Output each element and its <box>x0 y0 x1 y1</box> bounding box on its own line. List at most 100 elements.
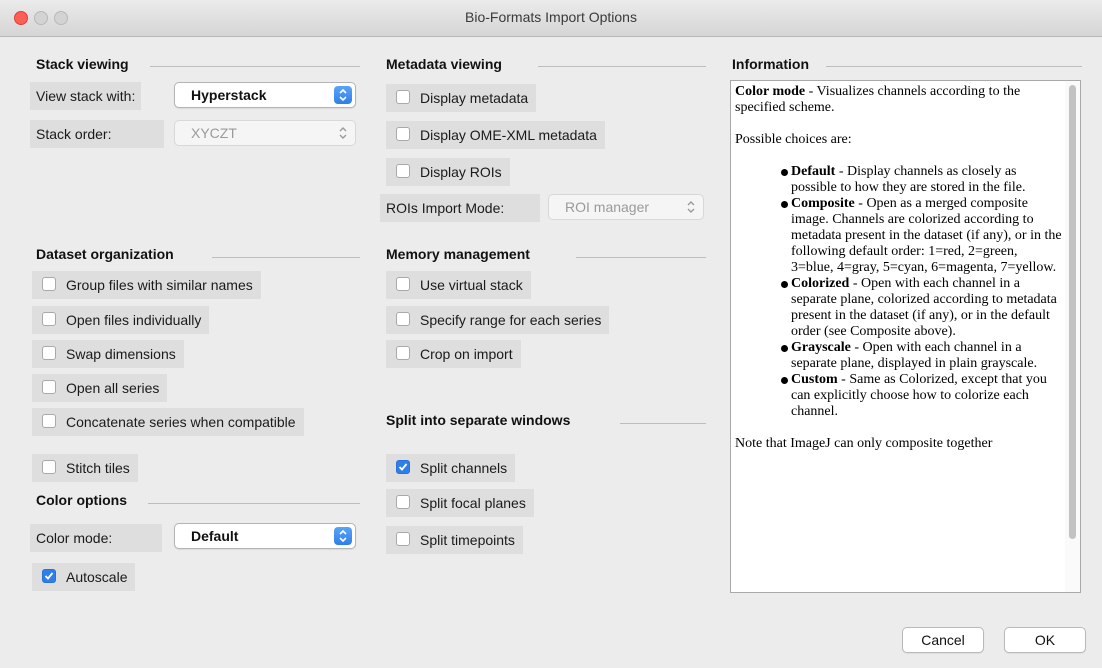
color-mode-value: Default <box>191 528 239 544</box>
checkbox-box <box>396 312 410 326</box>
checkmark-icon <box>44 572 54 580</box>
stack-viewing-divider <box>150 66 360 67</box>
scrollbar-thumb[interactable] <box>1069 85 1076 539</box>
autoscale-checkbox[interactable]: Autoscale <box>32 563 136 591</box>
split-timepoints-checkbox[interactable]: Split timepoints <box>386 526 523 554</box>
group-files-checkbox[interactable]: Group files with similar names <box>32 271 261 299</box>
checkbox-box-checked <box>42 569 56 583</box>
checkbox-box <box>42 414 56 428</box>
checkbox-box <box>42 277 56 291</box>
crop-on-import-checkbox[interactable]: Crop on import <box>386 340 521 368</box>
autoscale-label: Autoscale <box>66 569 128 585</box>
display-rois-checkbox[interactable]: Display ROIs <box>386 158 510 186</box>
window-title: Bio-Formats Import Options <box>465 9 637 25</box>
open-all-series-checkbox[interactable]: Open all series <box>32 374 168 402</box>
swap-dimensions-checkbox[interactable]: Swap dimensions <box>32 340 184 368</box>
split-focal-planes-checkbox[interactable]: Split focal planes <box>386 489 534 517</box>
bullet-icon <box>781 345 788 352</box>
view-stack-value: Hyperstack <box>191 87 267 103</box>
display-metadata-label: Display metadata <box>420 90 529 106</box>
display-ome-xml-checkbox[interactable]: Display OME-XML metadata <box>386 121 605 149</box>
dataset-org-divider <box>212 257 360 258</box>
checkbox-box <box>396 164 410 178</box>
bullet-icon <box>781 169 788 176</box>
list-item: Default - Display channels as closely as… <box>781 164 1063 196</box>
information-heading: Information <box>732 56 809 72</box>
open-individually-checkbox[interactable]: Open files individually <box>32 306 210 334</box>
checkbox-box-checked <box>396 460 410 474</box>
concatenate-series-label: Concatenate series when compatible <box>66 414 296 430</box>
display-rois-label: Display ROIs <box>420 164 502 180</box>
checkbox-box <box>396 277 410 291</box>
split-focal-planes-label: Split focal planes <box>420 495 526 511</box>
checkbox-box <box>42 380 56 394</box>
open-all-series-label: Open all series <box>66 380 160 396</box>
info-intro: Color mode - Visualizes channels accordi… <box>735 84 1063 116</box>
list-item: Custom - Same as Colorized, except that … <box>781 372 1063 420</box>
bullet-icon <box>781 377 788 384</box>
select-arrows-icon <box>682 198 700 216</box>
stack-viewing-heading: Stack viewing <box>36 56 129 72</box>
split-timepoints-label: Split timepoints <box>420 532 515 548</box>
virtual-stack-checkbox[interactable]: Use virtual stack <box>386 271 531 299</box>
select-arrows-icon <box>334 124 352 142</box>
color-options-divider <box>148 503 360 504</box>
information-content: Color mode - Visualizes channels accordi… <box>735 84 1063 468</box>
color-mode-select[interactable]: Default <box>174 523 356 549</box>
memory-heading: Memory management <box>386 246 530 262</box>
virtual-stack-label: Use virtual stack <box>420 277 523 293</box>
checkbox-box <box>396 532 410 546</box>
choice-name: Grayscale <box>791 340 851 355</box>
metadata-viewing-heading: Metadata viewing <box>386 56 502 72</box>
split-divider <box>620 423 706 424</box>
checkbox-box <box>42 346 56 360</box>
stitch-tiles-label: Stitch tiles <box>66 460 130 476</box>
metadata-viewing-divider <box>538 66 706 67</box>
split-heading: Split into separate windows <box>386 412 571 428</box>
information-divider <box>826 66 1082 67</box>
group-files-label: Group files with similar names <box>66 277 253 293</box>
bullet-icon <box>781 281 788 288</box>
information-scrollbar[interactable] <box>1065 81 1080 592</box>
color-options-heading: Color options <box>36 492 127 508</box>
stack-order-select[interactable]: XYCZT <box>174 120 356 146</box>
information-panel[interactable]: Color mode - Visualizes channels accordi… <box>730 80 1081 593</box>
checkbox-box <box>396 90 410 104</box>
checkbox-box <box>396 346 410 360</box>
ok-button[interactable]: OK <box>1004 627 1086 653</box>
info-choices-text: Possible choices are: <box>735 132 852 147</box>
choice-name: Custom <box>791 372 838 387</box>
view-stack-select[interactable]: Hyperstack <box>174 82 356 108</box>
memory-divider <box>576 257 706 258</box>
checkbox-box <box>396 495 410 509</box>
select-arrows-icon <box>334 527 352 545</box>
title-bar: Bio-Formats Import Options <box>0 0 1102 37</box>
swap-dimensions-label: Swap dimensions <box>66 346 176 362</box>
specify-range-label: Specify range for each series <box>420 312 602 328</box>
cancel-button[interactable]: Cancel <box>902 627 984 653</box>
info-intro-term: Color mode <box>735 84 806 99</box>
stack-order-label: Stack order: <box>30 120 164 148</box>
split-channels-label: Split channels <box>420 460 508 476</box>
concatenate-series-checkbox[interactable]: Concatenate series when compatible <box>32 408 304 436</box>
split-channels-checkbox[interactable]: Split channels <box>386 454 516 482</box>
roi-import-mode-value: ROI manager <box>565 199 650 215</box>
checkbox-box <box>42 312 56 326</box>
checkmark-icon <box>398 463 408 471</box>
list-item: Composite - Open as a merged composite i… <box>781 196 1063 276</box>
crop-on-import-label: Crop on import <box>420 346 513 362</box>
choice-name: Composite <box>791 196 855 211</box>
info-choices-list: Default - Display channels as closely as… <box>735 164 1063 420</box>
choice-name: Colorized <box>791 276 850 291</box>
roi-import-mode-select[interactable]: ROI manager <box>548 194 704 220</box>
specify-range-checkbox[interactable]: Specify range for each series <box>386 306 610 334</box>
choice-name: Default <box>791 164 836 179</box>
list-item: Grayscale - Open with each channel in a … <box>781 340 1063 372</box>
display-metadata-checkbox[interactable]: Display metadata <box>386 84 537 112</box>
open-individually-label: Open files individually <box>66 312 202 328</box>
info-note: Note that ImageJ can only composite toge… <box>735 436 993 451</box>
stitch-tiles-checkbox[interactable]: Stitch tiles <box>32 454 138 482</box>
bullet-icon <box>781 201 788 208</box>
roi-import-mode-label: ROIs Import Mode: <box>380 194 540 222</box>
display-ome-xml-label: Display OME-XML metadata <box>420 127 597 143</box>
